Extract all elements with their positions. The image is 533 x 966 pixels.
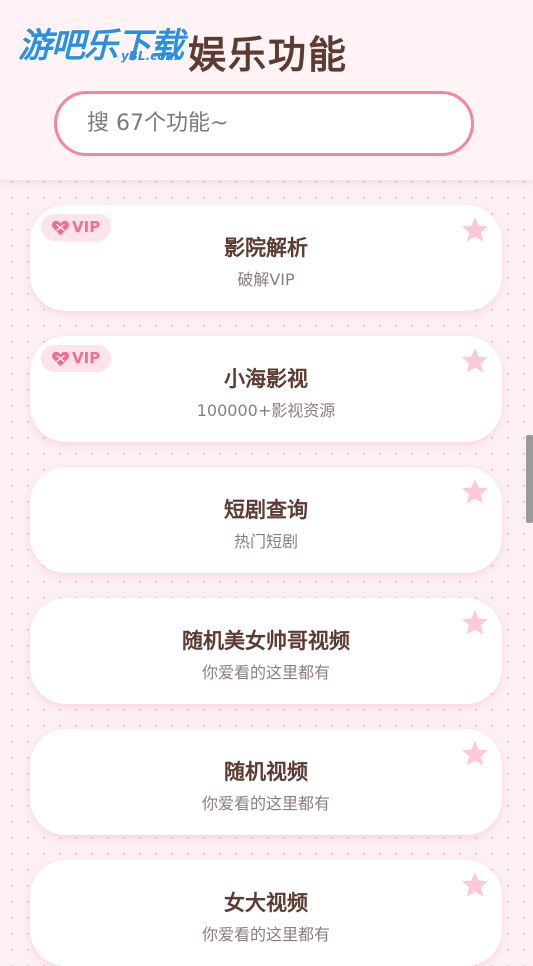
star-icon[interactable] bbox=[460, 477, 490, 507]
scrollbar-thumb[interactable] bbox=[526, 435, 533, 523]
function-card[interactable]: VIP 小海影视 100000+影视资源 bbox=[30, 336, 502, 442]
function-card[interactable]: VIP 影院解析 破解VIP bbox=[30, 205, 502, 311]
card-subtitle: 破解VIP bbox=[237, 270, 295, 289]
card-title: 随机美女帅哥视频 bbox=[182, 629, 350, 653]
star-icon[interactable] bbox=[460, 215, 490, 245]
card-subtitle: 你爱看的这里都有 bbox=[201, 794, 330, 813]
star-icon[interactable] bbox=[460, 739, 490, 769]
card-title: 短剧查询 bbox=[224, 498, 308, 522]
card-subtitle: 热门短剧 bbox=[233, 532, 298, 551]
search-input[interactable] bbox=[87, 94, 447, 153]
function-card[interactable]: 短剧查询 热门短剧 bbox=[30, 467, 502, 573]
function-card[interactable]: 女大视频 你爱看的这里都有 bbox=[30, 860, 502, 966]
watermark-logo: 游吧乐下载 yBL.com bbox=[18, 18, 186, 68]
function-card[interactable]: 随机美女帅哥视频 你爱看的这里都有 bbox=[30, 598, 502, 704]
header-bar: 游吧乐下载 yBL.com 娱乐功能 bbox=[0, 0, 533, 180]
card-subtitle: 100000+影视资源 bbox=[196, 401, 336, 420]
function-card[interactable]: 随机视频 你爱看的这里都有 bbox=[30, 729, 502, 835]
card-subtitle: 你爱看的这里都有 bbox=[201, 925, 330, 944]
star-icon[interactable] bbox=[460, 870, 490, 900]
card-title: 小海影视 bbox=[224, 367, 308, 391]
card-title: 随机视频 bbox=[224, 760, 308, 784]
card-subtitle: 你爱看的这里都有 bbox=[201, 663, 330, 682]
card-title: 女大视频 bbox=[224, 891, 308, 915]
search-box[interactable] bbox=[54, 91, 474, 156]
watermark-domain: yBL.com bbox=[120, 49, 178, 63]
page-title: 娱乐功能 bbox=[188, 33, 349, 77]
card-title: 影院解析 bbox=[224, 236, 308, 260]
star-icon[interactable] bbox=[460, 346, 490, 376]
star-icon[interactable] bbox=[460, 608, 490, 638]
